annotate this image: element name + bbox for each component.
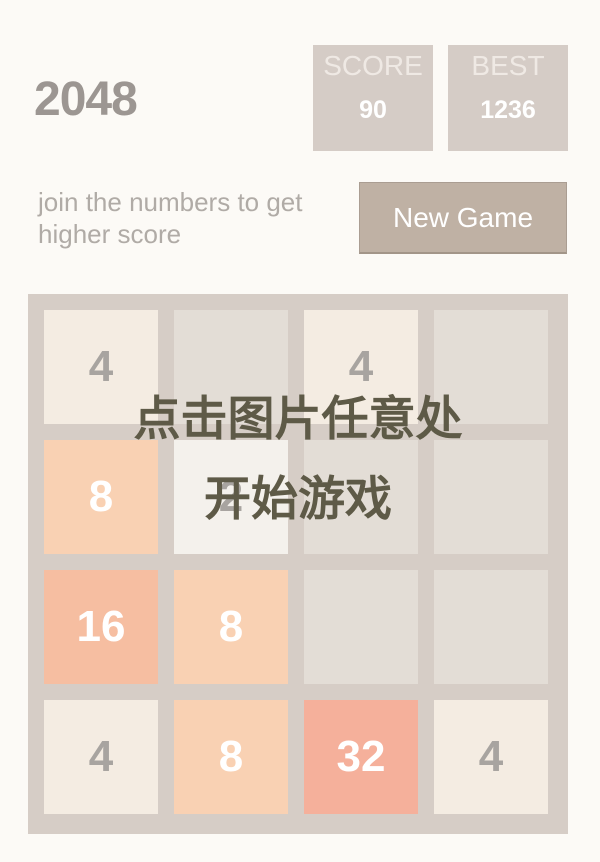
- empty-cell: [434, 570, 548, 684]
- start-game-overlay[interactable]: 点击图片任意处 开始游戏: [28, 380, 568, 540]
- tile: 16: [44, 570, 158, 684]
- overlay-line-2[interactable]: 开始游戏: [28, 460, 568, 540]
- tile: 8: [174, 700, 288, 814]
- score-box: SCORE 90: [313, 45, 433, 151]
- tile: 32: [304, 700, 418, 814]
- tile: 8: [174, 570, 288, 684]
- best-score-box: BEST 1236: [448, 45, 568, 151]
- best-label: BEST: [471, 50, 545, 81]
- score-label: SCORE: [323, 50, 423, 81]
- game-title: 2048: [34, 73, 138, 126]
- tile: 4: [44, 700, 158, 814]
- score-value: 90: [359, 96, 387, 124]
- new-game-button[interactable]: New Game: [359, 182, 567, 254]
- tile: 4: [434, 700, 548, 814]
- best-value: 1236: [480, 96, 536, 124]
- overlay-line-1[interactable]: 点击图片任意处: [28, 380, 568, 460]
- empty-cell: [304, 570, 418, 684]
- game-board[interactable]: 4 4 8 2 16 8 4 8 32 4: [28, 294, 568, 834]
- tagline: join the numbers to get higher score: [38, 187, 303, 249]
